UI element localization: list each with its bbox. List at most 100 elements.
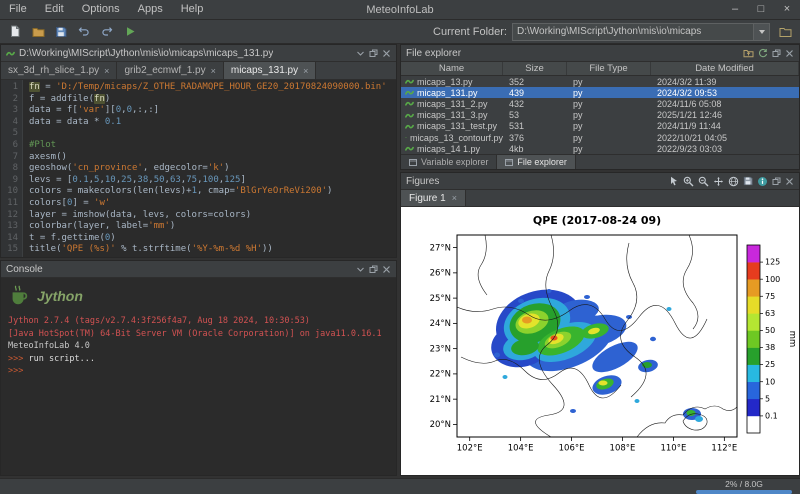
editor-file-path: D:\Working\MIScript\Jython\mis\io\micaps… [19,48,273,59]
column-header-name[interactable]: Name [401,62,503,75]
column-header-size[interactable]: Size [503,62,567,75]
precip-blob [494,353,500,358]
jython-logo-text: Jython [37,290,83,303]
y-tick-label: 25°N [430,294,451,304]
current-folder-combobox[interactable]: D:\Working\MIScript\Jython\mis\io\micaps [512,23,770,41]
colorbar-segment [747,330,760,347]
float-panel-icon[interactable] [369,265,378,274]
editor-tab-micaps-131-py[interactable]: micaps_131.py× [224,62,317,79]
code-line: f = addfile(fn) [29,94,396,106]
panel-menu-chevron-down-icon[interactable] [356,49,365,58]
tab-label: File explorer [517,157,567,167]
info-icon[interactable] [757,176,768,187]
dropdown-arrow-icon[interactable] [753,24,769,40]
close-icon[interactable]: × [104,66,109,76]
file-row-micaps-131-3-py[interactable]: micaps_131_3.py53py2025/1/21 12:46 [401,110,799,121]
console-panel-header: Console [1,261,396,278]
line-number: 2 [1,94,18,106]
file-row-micaps-14-1-py[interactable]: micaps_14 1.py4kbpy2022/9/23 03:03 [401,143,799,154]
new-file-button[interactable] [5,22,25,42]
file-size: 352 [503,77,567,87]
editor-tab-grib2-ecmwf-1-py[interactable]: grib2_ecmwf_1.py× [117,62,223,79]
console-line: MeteoInfoLab 4.0 [8,340,389,353]
colorbar-axis-label: mm [787,331,797,348]
line-number: 6 [1,140,18,152]
file-name: micaps_13_contourf.py [410,133,503,143]
save-figure-icon[interactable] [743,176,753,186]
console[interactable]: Jython Jython 2.7.4 (tags/v2.7.4:3f256f4… [1,278,396,475]
close-panel-icon[interactable] [382,265,391,274]
full-extent-icon[interactable] [728,176,739,187]
menu-items: FileEditOptionsAppsHelp [0,0,212,19]
tab-file-explorer[interactable]: File explorer [497,155,576,169]
float-panel-icon[interactable] [369,49,378,58]
file-modified: 2024/11/9 11:44 [651,121,799,131]
file-row-micaps-131-2-py[interactable]: micaps_131_2.py432py2024/11/6 05:08 [401,98,799,109]
file-type: py [567,110,651,120]
figure-canvas[interactable]: 102°E104°E106°E108°E110°E112°E27°N26°N25… [401,207,799,475]
file-type: py [567,144,651,154]
browse-folder-icon [779,26,792,38]
python-file-icon [405,111,414,120]
menu-item-file[interactable]: File [0,0,36,19]
column-header-file-type[interactable]: File Type [567,62,651,75]
menu-item-help[interactable]: Help [172,0,213,19]
file-row-micaps-131-py[interactable]: micaps_131.py439py2024/3/2 09:53 [401,87,799,98]
close-panel-icon[interactable] [785,177,794,186]
open-file-button[interactable] [28,22,48,42]
pan-icon[interactable] [713,176,724,187]
precip-blob [687,410,696,416]
close-icon[interactable]: × [303,66,308,76]
menu-item-edit[interactable]: Edit [36,0,73,19]
zoom-in-icon[interactable] [683,176,694,187]
close-panel-icon[interactable] [785,49,794,58]
column-header-date-modified[interactable]: Date Modified [651,62,799,75]
close-icon[interactable]: × [211,66,216,76]
menu-bar: FileEditOptionsAppsHelp MeteoInfoLab – □… [0,0,800,20]
line-number: 10 [1,186,18,198]
file-name: micaps_14 1.py [417,144,480,154]
save-button[interactable] [51,22,71,42]
run-script-button[interactable] [120,22,140,42]
refresh-icon[interactable] [758,48,768,58]
code-line: #Plot [29,140,396,152]
file-row-micaps-13-contourf-py[interactable]: micaps_13_contourf.py376py2022/10/21 04:… [401,132,799,143]
close-button[interactable]: × [774,0,800,19]
console-panel: Console Jython Jython 2.7.4 (tags/v2.7.4… [0,260,397,476]
browse-folder-button[interactable] [775,22,795,42]
up-folder-icon[interactable] [743,48,754,58]
console-output: Jython 2.7.4 (tags/v2.7.4:3f256f4a7, Aug… [8,315,389,378]
minimize-button[interactable]: – [722,0,748,19]
editor-tab-sx-3d-rh-slice-1-py[interactable]: sx_3d_rh_slice_1.py× [1,62,117,79]
close-icon[interactable]: × [452,193,457,203]
file-size: 4kb [503,144,567,154]
panel-menu-chevron-down-icon[interactable] [356,265,365,274]
float-panel-icon[interactable] [772,49,781,58]
tab-variable-explorer[interactable]: Variable explorer [401,155,497,169]
undo-button[interactable] [74,22,94,42]
redo-button[interactable] [97,22,117,42]
console-line: [Java HotSpot(TM) 64-Bit Server VM (Orac… [8,328,389,341]
file-row-micaps-13-py[interactable]: micaps_13.py352py2024/3/2 11:39 [401,76,799,87]
file-type: py [567,88,651,98]
file-row-micaps-131-test-py[interactable]: micaps_131_test.py531py2024/11/9 11:44 [401,121,799,132]
menu-item-options[interactable]: Options [73,0,129,19]
file-name: micaps_131_test.py [417,121,497,131]
close-panel-icon[interactable] [382,49,391,58]
select-cursor-icon[interactable] [669,176,679,187]
figure-tab[interactable]: Figure 1 × [401,190,466,206]
zoom-out-icon[interactable] [698,176,709,187]
python-file-icon [405,77,414,86]
line-number: 14 [1,233,18,245]
python-file-icon [405,133,407,142]
line-number: 13 [1,221,18,233]
code-line: data = f['var'][0,0,:,:] [29,105,396,117]
maximize-button[interactable]: □ [748,0,774,19]
precip-blob [503,375,508,379]
menu-item-apps[interactable]: Apps [129,0,172,19]
code-editor[interactable]: 123456789101112131415 fn = 'D:/Temp/mica… [1,80,396,257]
precip-blob [522,317,532,324]
python-file-icon [405,144,414,153]
float-panel-icon[interactable] [772,177,781,186]
file-type: py [567,121,651,131]
